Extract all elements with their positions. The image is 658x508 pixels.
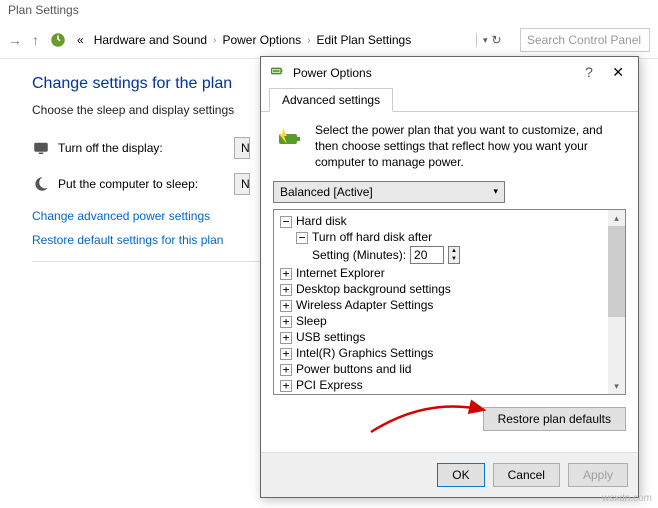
tree-scrollbar[interactable]: ▴ ▾ — [608, 210, 625, 394]
power-plan-icon — [49, 31, 67, 49]
expand-icon[interactable]: + — [280, 348, 292, 360]
tree-turn-off-hdd[interactable]: Turn off hard disk after — [312, 230, 432, 244]
collapse-icon[interactable]: − — [280, 216, 292, 228]
expand-icon[interactable]: + — [280, 380, 292, 392]
power-options-dialog: Power Options ? ✕ Advanced settings Sele… — [260, 56, 639, 498]
window-title: Plan Settings — [0, 0, 658, 22]
tree-intel-graphics[interactable]: Intel(R) Graphics Settings — [296, 346, 433, 360]
nav-back-icon[interactable]: → — [8, 32, 22, 48]
dialog-title: Power Options — [293, 66, 372, 80]
display-timeout-dropdown[interactable]: N — [234, 137, 250, 159]
tree-ie[interactable]: Internet Explorer — [296, 266, 385, 280]
sleep-icon — [32, 175, 50, 193]
minutes-input[interactable]: 20 — [410, 246, 444, 264]
dialog-intro: Select the power plan that you want to c… — [315, 122, 626, 171]
nav-up-icon[interactable]: ↑ — [32, 32, 39, 48]
tree-desktop-bg[interactable]: Desktop background settings — [296, 282, 451, 296]
breadcrumb: Hardware and Sound › Power Options › Edi… — [94, 33, 466, 47]
setting-minutes-label: Setting (Minutes): — [312, 248, 406, 262]
breadcrumb-quote: « — [77, 33, 84, 47]
expand-icon[interactable]: + — [280, 268, 292, 280]
expand-icon[interactable]: + — [280, 300, 292, 312]
power-plan-dropdown[interactable]: Balanced [Active] ▾ — [273, 181, 505, 203]
chevron-down-icon[interactable]: ▾ — [483, 35, 488, 46]
chevron-down-icon: ▾ — [493, 186, 498, 197]
apply-button: Apply — [568, 463, 628, 487]
spinner-buttons[interactable]: ▲▼ — [448, 246, 460, 264]
search-input[interactable]: Search Control Panel — [520, 28, 650, 52]
spin-down-icon[interactable]: ▼ — [449, 255, 459, 263]
display-icon — [32, 139, 50, 157]
tree-sleep[interactable]: Sleep — [296, 314, 327, 328]
dialog-footer: OK Cancel Apply — [261, 452, 638, 497]
spin-up-icon[interactable]: ▲ — [449, 247, 459, 255]
sleep-timeout-dropdown[interactable]: N — [234, 173, 250, 195]
tree-hard-disk[interactable]: Hard disk — [296, 214, 347, 228]
tab-strip: Advanced settings — [261, 88, 638, 112]
expand-icon[interactable]: + — [280, 332, 292, 344]
chevron-right-icon: › — [213, 35, 216, 46]
expand-icon[interactable]: + — [280, 316, 292, 328]
help-button[interactable]: ? — [575, 64, 603, 80]
chevron-right-icon: › — [307, 35, 310, 46]
breadcrumb-item-hardware[interactable]: Hardware and Sound — [94, 33, 207, 47]
expand-icon[interactable]: + — [280, 364, 292, 376]
scroll-up-icon[interactable]: ▴ — [608, 210, 625, 226]
power-plug-icon — [273, 122, 305, 171]
tree-pci[interactable]: PCI Express — [296, 378, 363, 392]
refresh-icon[interactable]: ↻ — [492, 33, 502, 47]
breadcrumb-item-power[interactable]: Power Options — [222, 33, 301, 47]
sleep-label: Put the computer to sleep: — [58, 177, 198, 191]
collapse-icon[interactable]: − — [296, 232, 308, 244]
battery-icon — [269, 63, 285, 82]
settings-tree[interactable]: −Hard disk −Turn off hard disk after Set… — [274, 210, 608, 394]
tab-advanced[interactable]: Advanced settings — [269, 88, 393, 112]
dialog-body: Select the power plan that you want to c… — [261, 112, 638, 452]
ok-button[interactable]: OK — [437, 463, 484, 487]
plan-value: Balanced [Active] — [280, 185, 373, 199]
restore-plan-defaults-button[interactable]: Restore plan defaults — [483, 407, 626, 431]
scroll-thumb[interactable] — [608, 226, 625, 317]
tree-wireless[interactable]: Wireless Adapter Settings — [296, 298, 433, 312]
cancel-button[interactable]: Cancel — [493, 463, 560, 487]
tree-power-buttons[interactable]: Power buttons and lid — [296, 362, 411, 376]
settings-tree-container: −Hard disk −Turn off hard disk after Set… — [273, 209, 626, 395]
refresh-area: ▾ ↻ — [476, 33, 510, 47]
tree-usb[interactable]: USB settings — [296, 330, 365, 344]
watermark: wsxdn.com — [602, 493, 652, 504]
dialog-titlebar: Power Options ? ✕ — [261, 57, 638, 88]
display-label: Turn off the display: — [58, 141, 163, 155]
close-button[interactable]: ✕ — [606, 64, 630, 80]
scroll-down-icon[interactable]: ▾ — [608, 378, 625, 394]
navigation-bar: → ↑ « Hardware and Sound › Power Options… — [0, 22, 658, 59]
breadcrumb-item-edit[interactable]: Edit Plan Settings — [317, 33, 412, 47]
expand-icon[interactable]: + — [280, 284, 292, 296]
